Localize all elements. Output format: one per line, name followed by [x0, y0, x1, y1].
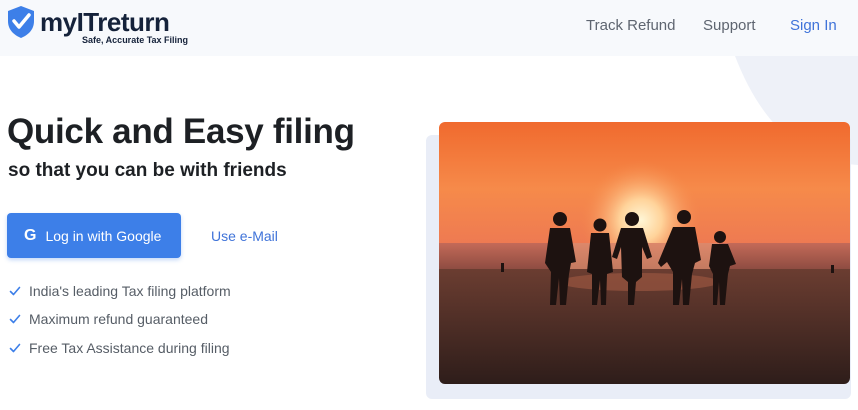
- nav-track-refund[interactable]: Track Refund: [586, 17, 675, 34]
- brand-tagline: Safe, Accurate Tax Filing: [82, 35, 189, 45]
- brand-name: myITreturn: [40, 7, 170, 37]
- hero-photo: [439, 122, 850, 384]
- sunset-family-illustration: [439, 122, 850, 384]
- email-login-link[interactable]: Use e-Mail: [211, 228, 278, 244]
- top-header: myITreturn Safe, Accurate Tax Filing Tra…: [0, 0, 858, 56]
- feature-item: India's leading Tax filing platform: [9, 283, 231, 299]
- google-g-icon: G: [24, 226, 37, 244]
- google-login-label: Log in with Google: [45, 227, 162, 244]
- hero-title: Quick and Easy filing: [7, 112, 355, 151]
- check-icon: [9, 343, 21, 353]
- nav-support[interactable]: Support: [703, 17, 756, 34]
- nav-sign-in[interactable]: Sign In: [790, 17, 837, 34]
- check-icon: [9, 314, 21, 324]
- shield-check-icon: [8, 6, 34, 38]
- google-login-button[interactable]: G Log in with Google: [7, 213, 181, 258]
- feature-text: Maximum refund guaranteed: [29, 311, 208, 327]
- feature-text: India's leading Tax filing platform: [29, 283, 231, 299]
- feature-item: Free Tax Assistance during filing: [9, 340, 230, 356]
- feature-text: Free Tax Assistance during filing: [29, 340, 230, 356]
- feature-item: Maximum refund guaranteed: [9, 311, 208, 327]
- check-icon: [9, 286, 21, 296]
- hero-subtitle: so that you can be with friends: [8, 160, 287, 181]
